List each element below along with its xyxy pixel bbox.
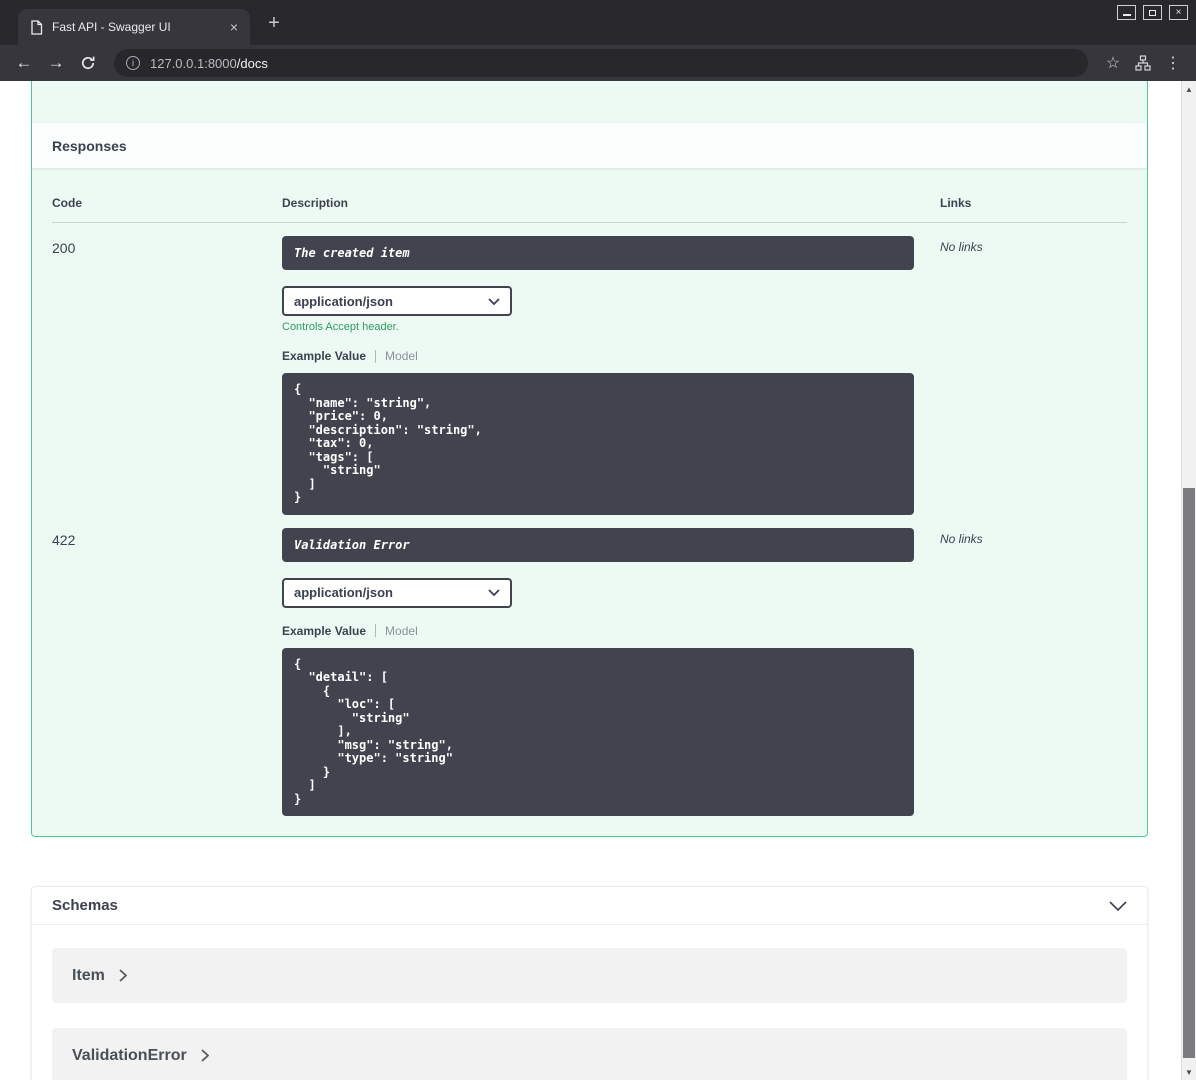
model-name: Item (72, 966, 105, 984)
chevron-down-icon (1109, 900, 1127, 911)
scroll-up-icon[interactable]: ▲ (1182, 81, 1196, 97)
response-description-cell: Validation Error application/json Exampl… (282, 527, 940, 816)
maximize-icon (1149, 9, 1156, 16)
column-header-code: Code (52, 196, 82, 210)
browser-tab[interactable]: Fast API - Swagger UI × (18, 9, 250, 45)
response-links: No links (940, 240, 983, 254)
schemas-models: Item ValidationError (32, 925, 1147, 1080)
responses-table-header: Code Description Links (52, 188, 1127, 223)
window-controls: × (1110, 5, 1188, 20)
tab-separator (375, 624, 377, 637)
chevron-down-icon (488, 589, 500, 596)
model-item[interactable]: Item (52, 948, 1127, 1003)
tab-title: Fast API - Swagger UI (52, 20, 171, 34)
responses-title: Responses (52, 137, 127, 154)
response-row-422: 422 Validation Error application/json Ex… (52, 515, 1127, 816)
tab-example-value[interactable]: Example Value (282, 624, 366, 638)
back-button[interactable]: ← (8, 48, 40, 78)
sitemap-icon[interactable] (1128, 48, 1158, 78)
response-code: 200 (52, 240, 76, 256)
browser-toolbar: ← → i 127.0.0.1:8000/docs ☆ ⋮ (0, 45, 1196, 81)
tab-model[interactable]: Model (385, 349, 418, 363)
schemas-header[interactable]: Schemas (32, 887, 1147, 925)
example-json-block: { "detail": [ { "loc": [ "string" ], "ms… (282, 647, 914, 816)
media-type-select[interactable]: application/json (282, 577, 512, 608)
new-tab-button[interactable]: + (262, 12, 286, 35)
response-description: The created item (282, 236, 914, 270)
minimize-button[interactable] (1117, 5, 1136, 20)
reload-icon (82, 56, 95, 70)
column-header-links: Links (940, 196, 972, 210)
response-links: No links (940, 531, 983, 546)
chevron-right-icon (201, 1049, 209, 1062)
response-row-200: 200 The created item application/json Co… (52, 223, 1127, 515)
response-description-cell: The created item application/json Contro… (282, 236, 940, 515)
schemas-section: Schemas Item ValidationError (31, 886, 1148, 1080)
tab-favicon-document-icon (30, 19, 43, 35)
chevron-right-icon (119, 969, 127, 982)
schemas-title: Schemas (52, 897, 118, 914)
reload-button[interactable] (72, 48, 104, 78)
tab-example-value[interactable]: Example Value (282, 349, 366, 363)
tab-model[interactable]: Model (385, 624, 418, 638)
close-window-button[interactable]: × (1169, 5, 1188, 20)
minimize-icon (1122, 14, 1131, 16)
browser-menu-icon[interactable]: ⋮ (1158, 48, 1188, 78)
model-validation-error[interactable]: ValidationError (52, 1028, 1127, 1080)
swagger-content: Responses Code Description Links 200 The… (0, 81, 1181, 1080)
scrollbar-thumb[interactable] (1183, 488, 1195, 1058)
tab-separator (375, 349, 377, 363)
example-json-block: { "name": "string", "price": 0, "descrip… (282, 373, 914, 515)
model-name: ValidationError (72, 1046, 187, 1064)
accept-header-note: Controls Accept header. (282, 321, 399, 333)
browser-chrome: Fast API - Swagger UI × + × ← → i 127.0.… (0, 0, 1196, 81)
maximize-button[interactable] (1143, 5, 1162, 20)
site-info-icon[interactable]: i (126, 56, 140, 70)
url-host: 127.0.0.1:8000 (150, 55, 237, 71)
forward-button[interactable]: → (40, 48, 72, 78)
scroll-down-icon[interactable]: ▼ (1182, 1064, 1196, 1080)
responses-table: Code Description Links 200 The created i… (32, 168, 1147, 836)
media-type-select[interactable]: application/json (282, 286, 512, 316)
bookmark-star-icon[interactable]: ☆ (1098, 48, 1128, 78)
example-model-tabs: Example Value Model (282, 349, 940, 363)
tab-strip: Fast API - Swagger UI × + × (0, 0, 1196, 45)
tab-close-icon[interactable]: × (224, 17, 244, 37)
endpoint-opblock: Responses Code Description Links 200 The… (31, 81, 1148, 837)
url-path: /docs (236, 55, 268, 71)
responses-section-header: Responses (32, 123, 1147, 168)
chevron-down-icon (488, 297, 500, 305)
page-viewport: Responses Code Description Links 200 The… (0, 81, 1196, 1080)
opblock-spacer (32, 81, 1147, 123)
media-type-value: application/json (294, 585, 393, 600)
column-header-description: Description (282, 196, 349, 210)
page-scrollbar[interactable]: ▲ ▼ (1181, 81, 1196, 1080)
media-type-value: application/json (294, 293, 393, 309)
response-code: 422 (52, 531, 76, 548)
response-description: Validation Error (282, 527, 914, 562)
address-bar[interactable]: i 127.0.0.1:8000/docs (114, 49, 1088, 77)
example-model-tabs: Example Value Model (282, 624, 940, 638)
